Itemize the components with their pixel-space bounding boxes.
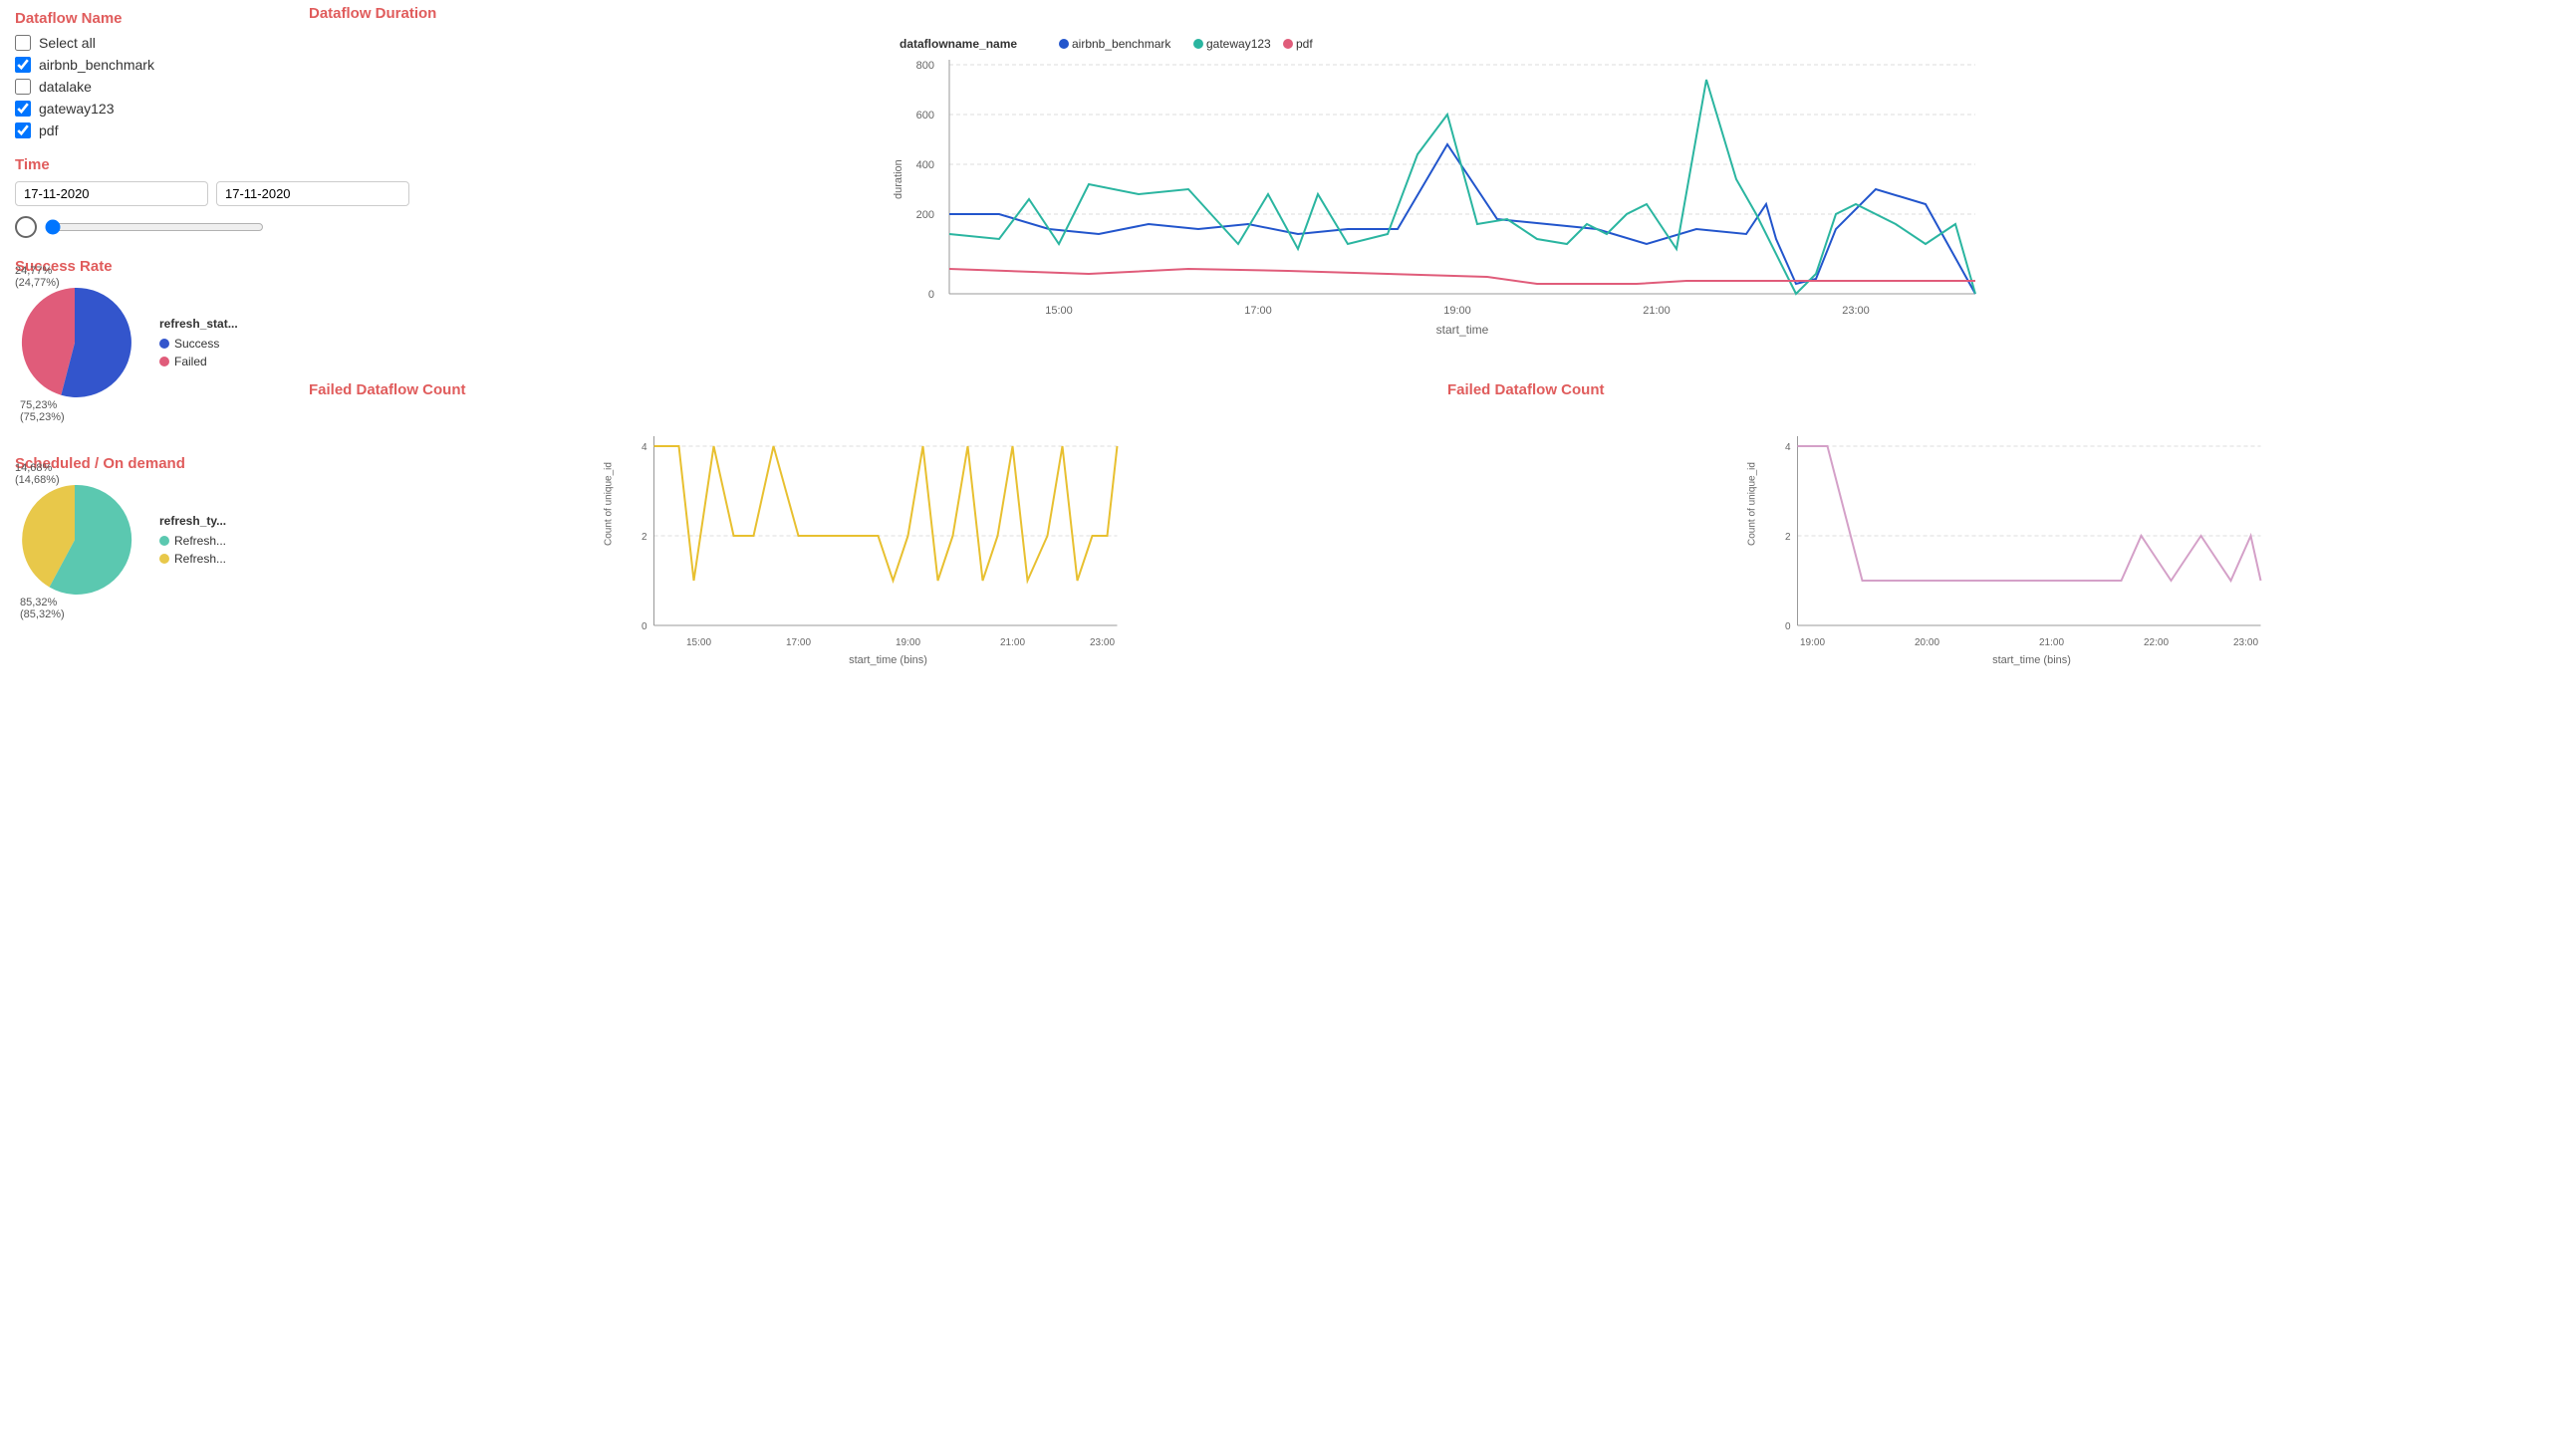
svg-text:19:00: 19:00: [1443, 305, 1471, 317]
success-rate-section: Success Rate 24,77%(24,77%) 75,23%(75,23…: [15, 258, 284, 405]
failed-count-2-title: Failed Dataflow Count: [1447, 381, 2566, 398]
failed-dot: [159, 357, 169, 366]
svg-text:0: 0: [642, 621, 647, 632]
failed-count-1-svg: Count of unique_id 4 2 0 15:00 17:00 19:…: [309, 406, 1417, 685]
svg-text:Count of unique_id: Count of unique_id: [604, 462, 615, 546]
scheduled-label-2: Refresh...: [174, 552, 226, 566]
time-inputs: [15, 181, 284, 206]
scheduled-pie-container: 14,68%(14,68%) 85,32%(85,32%): [15, 480, 134, 603]
failed-count-2-svg: Count of unique_id 4 2 0 19:00 20:00 21:…: [1447, 406, 2566, 685]
datalake-checkbox[interactable]: [15, 79, 31, 95]
scheduled-legend-2: Refresh...: [159, 552, 226, 566]
scheduled-pie-chart: [15, 480, 134, 600]
airbnb-checkbox[interactable]: [15, 57, 31, 73]
svg-text:600: 600: [916, 110, 934, 121]
svg-text:4: 4: [1785, 442, 1791, 453]
success-pie-area: 24,77%(24,77%) 75,23%(75,23%) refresh_st…: [15, 283, 284, 405]
success-outer-label-success: 75,23%(75,23%): [20, 399, 65, 423]
date-start-input[interactable]: [15, 181, 208, 206]
pdf-item[interactable]: pdf: [15, 122, 284, 138]
svg-text:21:00: 21:00: [1000, 637, 1025, 648]
svg-text:duration: duration: [893, 159, 904, 199]
svg-text:dataflowname_name: dataflowname_name: [900, 37, 1017, 51]
dataflow-name-title: Dataflow Name: [15, 10, 284, 27]
svg-text:20:00: 20:00: [1915, 637, 1939, 648]
svg-text:23:00: 23:00: [1090, 637, 1115, 648]
time-range-slider[interactable]: [45, 219, 264, 235]
svg-text:200: 200: [916, 209, 934, 221]
svg-text:start_time: start_time: [1436, 323, 1489, 337]
svg-text:2: 2: [1785, 532, 1791, 543]
time-section: Time: [15, 156, 284, 238]
pdf-label: pdf: [39, 122, 58, 138]
airbnb-item[interactable]: airbnb_benchmark: [15, 57, 284, 73]
select-all-checkbox[interactable]: [15, 35, 31, 51]
svg-text:400: 400: [916, 159, 934, 171]
svg-text:17:00: 17:00: [1244, 305, 1272, 317]
failed-count-1-section: Failed Dataflow Count Count of unique_id…: [309, 381, 1437, 688]
svg-text:23:00: 23:00: [2233, 637, 2258, 648]
pdf-checkbox[interactable]: [15, 122, 31, 138]
svg-text:17:00: 17:00: [786, 637, 811, 648]
svg-text:0: 0: [928, 289, 934, 301]
scheduled-dot-2: [159, 554, 169, 564]
scheduled-pie-area: 14,68%(14,68%) 85,32%(85,32%) refresh_ty…: [15, 480, 284, 603]
svg-text:800: 800: [916, 60, 934, 72]
datalake-item[interactable]: datalake: [15, 79, 284, 95]
scheduled-dot-1: [159, 536, 169, 546]
svg-text:airbnb_benchmark: airbnb_benchmark: [1072, 37, 1171, 51]
datalake-label: datalake: [39, 79, 92, 95]
failed-count-2-section: Failed Dataflow Count Count of unique_id…: [1437, 381, 2566, 688]
gateway-label: gateway123: [39, 101, 115, 117]
slider-handle[interactable]: [15, 216, 37, 238]
success-legend-title: refresh_stat...: [159, 317, 238, 331]
svg-text:19:00: 19:00: [1800, 637, 1825, 648]
scheduled-legend-1: Refresh...: [159, 534, 226, 548]
svg-text:15:00: 15:00: [686, 637, 711, 648]
scheduled-legend-title: refresh_ty...: [159, 514, 226, 528]
duration-chart-section: Dataflow Duration dataflowname_name airb…: [309, 5, 2566, 362]
svg-text:4: 4: [642, 442, 647, 453]
scheduled-label-1: Refresh...: [174, 534, 226, 548]
success-label: Success: [174, 337, 219, 351]
success-legend-success: Success: [159, 337, 238, 351]
success-pie-chart: [15, 283, 134, 402]
svg-text:22:00: 22:00: [2144, 637, 2169, 648]
scheduled-outer-label-small: 14,68%(14,68%): [15, 462, 60, 486]
svg-text:23:00: 23:00: [1842, 305, 1870, 317]
svg-text:start_time (bins): start_time (bins): [849, 654, 927, 666]
svg-text:Count of unique_id: Count of unique_id: [1747, 462, 1758, 546]
scheduled-outer-label-large: 85,32%(85,32%): [20, 597, 65, 620]
svg-text:gateway123: gateway123: [1206, 37, 1271, 51]
scheduled-legend: refresh_ty... Refresh... Refresh...: [159, 514, 226, 570]
duration-chart-title: Dataflow Duration: [309, 5, 2566, 22]
svg-text:start_time (bins): start_time (bins): [1992, 654, 2071, 666]
failed-count-1-title: Failed Dataflow Count: [309, 381, 1417, 398]
gateway-checkbox[interactable]: [15, 101, 31, 117]
success-legend: refresh_stat... Success Failed: [159, 317, 238, 372]
failed-label: Failed: [174, 355, 207, 368]
svg-text:15:00: 15:00: [1045, 305, 1073, 317]
success-legend-failed: Failed: [159, 355, 238, 368]
svg-text:0: 0: [1785, 621, 1791, 632]
success-outer-label-failed: 24,77%(24,77%): [15, 265, 60, 289]
svg-text:19:00: 19:00: [896, 637, 920, 648]
duration-chart-svg: dataflowname_name airbnb_benchmark gatew…: [309, 30, 2566, 359]
airbnb-label: airbnb_benchmark: [39, 57, 154, 73]
success-dot: [159, 339, 169, 349]
svg-text:21:00: 21:00: [2039, 637, 2064, 648]
gateway-item[interactable]: gateway123: [15, 101, 284, 117]
svg-text:pdf: pdf: [1296, 37, 1313, 51]
select-all-item[interactable]: Select all: [15, 35, 284, 51]
success-pie-container: 24,77%(24,77%) 75,23%(75,23%): [15, 283, 134, 405]
time-slider-container: [15, 216, 284, 238]
svg-text:2: 2: [642, 532, 647, 543]
bottom-charts: Failed Dataflow Count Count of unique_id…: [309, 381, 2566, 688]
time-title: Time: [15, 156, 284, 173]
scheduled-section: Scheduled / On demand 14,68%(14,68%) 85,…: [15, 455, 284, 603]
select-all-label: Select all: [39, 35, 96, 51]
svg-text:21:00: 21:00: [1643, 305, 1671, 317]
